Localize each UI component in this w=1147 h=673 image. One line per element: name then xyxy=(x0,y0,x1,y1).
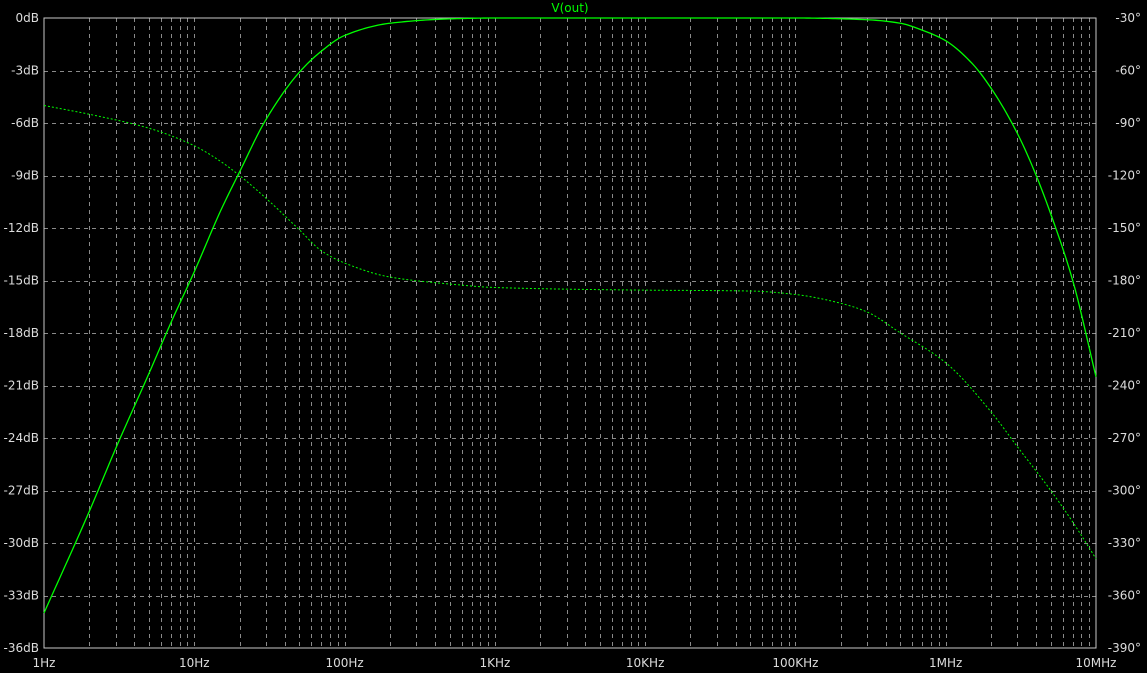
y-right-tick-label: -360° xyxy=(1108,589,1141,603)
y-left-tick-label: -15dB xyxy=(4,274,39,288)
y-left-tick-label: -12dB xyxy=(4,221,39,235)
x-tick-label: 100Hz xyxy=(325,656,363,670)
y-right-tick-label: -210° xyxy=(1108,326,1141,340)
y-right-tick-label: -300° xyxy=(1108,484,1141,498)
x-tick-label: 10MHz xyxy=(1076,656,1117,670)
y-left-tick-label: -6dB xyxy=(11,116,39,130)
x-tick-label: 1Hz xyxy=(33,656,56,670)
y-right-tick-label: -180° xyxy=(1108,274,1141,288)
bode-plot: 1Hz 10Hz 100Hz 1KHz 10KHz 100KHz 1MHz 10MHz 0dB… xyxy=(0,0,1147,673)
y-left-tick-label: -30dB xyxy=(4,536,39,550)
y-right-tick-label: -120° xyxy=(1108,169,1141,183)
x-tick-label: 1KHz xyxy=(479,656,510,670)
y-right-tick-label: -270° xyxy=(1108,431,1141,445)
y-left-tick-label: -24dB xyxy=(4,431,39,445)
x-tick-label: 1MHz xyxy=(929,656,962,670)
y-right-tick-label: -30° xyxy=(1115,11,1141,25)
y-left-tick-label: -36dB xyxy=(4,641,39,655)
y-left-tick-label: -9dB xyxy=(11,169,39,183)
plot-background xyxy=(0,0,1147,673)
y-right-tick-label: -240° xyxy=(1108,379,1141,393)
y-right-tick-label: -150° xyxy=(1108,221,1141,235)
y-right-tick-label: -60° xyxy=(1115,64,1141,78)
x-tick-label: 100KHz xyxy=(772,656,818,670)
x-tick-label: 10KHz xyxy=(626,656,664,670)
y-left-tick-label: -18dB xyxy=(4,326,39,340)
y-right-tick-label: -330° xyxy=(1108,536,1141,550)
x-tick-label: 10Hz xyxy=(179,656,210,670)
y-left-tick-label: 0dB xyxy=(16,11,39,25)
y-left-tick-label: -3dB xyxy=(11,64,39,78)
y-left-tick-label: -33dB xyxy=(4,589,39,603)
chart-title: V(out) xyxy=(551,1,588,15)
y-right-tick-label: -390° xyxy=(1108,641,1141,655)
y-left-tick-label: -27dB xyxy=(4,484,39,498)
y-right-tick-label: -90° xyxy=(1115,116,1141,130)
y-left-tick-label: -21dB xyxy=(4,379,39,393)
